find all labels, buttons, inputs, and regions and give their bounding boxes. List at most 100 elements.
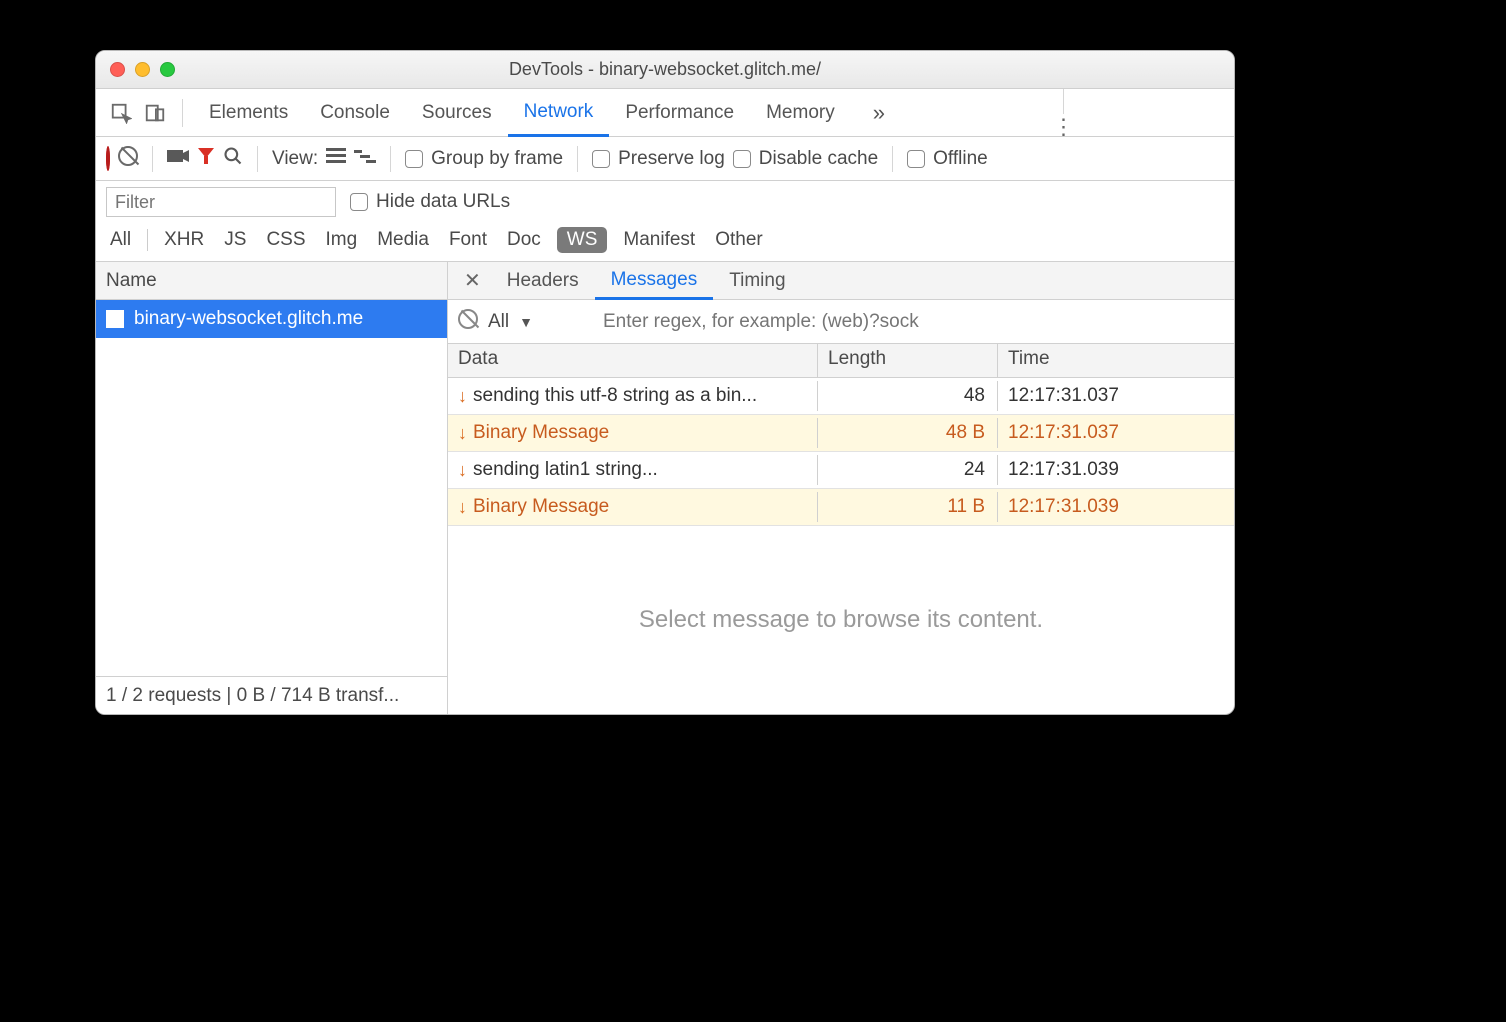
detail-tab-headers[interactable]: Headers [491, 262, 595, 300]
request-type-filter: All XHR JS CSS Img Media Font Doc WS Man… [96, 223, 1234, 261]
tab-performance[interactable]: Performance [609, 89, 750, 137]
separator [577, 146, 578, 172]
tab-network[interactable]: Network [508, 89, 610, 137]
group-by-frame-checkbox[interactable]: Group by frame [405, 148, 563, 170]
arrow-down-icon: ↓ [458, 423, 467, 444]
type-font[interactable]: Font [445, 227, 491, 253]
message-length: 48 [818, 381, 998, 411]
offline-label: Offline [933, 148, 988, 170]
separator [152, 146, 153, 172]
request-details: ✕ Headers Messages Timing All ▼ Data Len… [448, 262, 1234, 714]
separator [1063, 86, 1064, 114]
separator [390, 146, 391, 172]
type-xhr[interactable]: XHR [160, 227, 208, 253]
message-data: sending latin1 string... [473, 459, 658, 481]
hide-data-urls-label: Hide data URLs [376, 191, 510, 213]
request-list: Name binary-websocket.glitch.me 1 / 2 re… [96, 262, 448, 714]
tabs-overflow-button[interactable]: » [857, 89, 901, 137]
message-data: Binary Message [473, 422, 609, 444]
record-button[interactable] [106, 148, 110, 170]
regex-filter-input[interactable] [603, 307, 1224, 337]
network-body: Name binary-websocket.glitch.me 1 / 2 re… [96, 262, 1234, 714]
type-css[interactable]: CSS [262, 227, 309, 253]
separator [257, 146, 258, 172]
message-time: 12:17:31.037 [998, 418, 1234, 448]
messages-toolbar: All ▼ [448, 300, 1234, 344]
device-toolbar-icon[interactable] [138, 96, 172, 130]
network-toolbar: View: Group by frame Preserve log Disabl… [96, 137, 1234, 181]
inspect-element-icon[interactable] [104, 96, 138, 130]
disable-cache-label: Disable cache [759, 148, 878, 170]
search-icon[interactable] [223, 146, 243, 172]
offline-checkbox[interactable]: Offline [907, 148, 988, 170]
message-type-dropdown[interactable]: All ▼ [488, 311, 593, 333]
separator [892, 146, 893, 172]
col-data-header[interactable]: Data [448, 344, 818, 377]
message-row[interactable]: ↓ sending latin1 string... 2412:17:31.039 [448, 452, 1234, 489]
group-by-frame-label: Group by frame [431, 148, 563, 170]
col-time-header[interactable]: Time [998, 344, 1234, 377]
message-time: 12:17:31.039 [998, 455, 1234, 485]
filter-icon[interactable] [197, 147, 215, 171]
hide-data-urls-checkbox[interactable]: Hide data URLs [350, 191, 510, 213]
view-label: View: [272, 148, 318, 170]
tab-sources[interactable]: Sources [406, 89, 508, 137]
col-length-header[interactable]: Length [818, 344, 998, 377]
message-length: 48 B [818, 418, 998, 448]
disable-cache-checkbox[interactable]: Disable cache [733, 148, 878, 170]
tab-elements[interactable]: Elements [193, 89, 304, 137]
clear-button[interactable] [118, 146, 138, 172]
large-rows-icon[interactable] [326, 148, 346, 170]
type-doc[interactable]: Doc [503, 227, 545, 253]
type-other[interactable]: Other [711, 227, 767, 253]
message-time: 12:17:31.037 [998, 381, 1234, 411]
request-row[interactable]: binary-websocket.glitch.me [96, 300, 447, 338]
type-media[interactable]: Media [373, 227, 433, 253]
message-row[interactable]: ↓ sending this utf-8 string as a bin... 48… [448, 378, 1234, 415]
message-length: 24 [818, 455, 998, 485]
message-data: sending this utf-8 string as a bin... [473, 385, 757, 407]
message-length: 11 B [818, 492, 998, 522]
detail-tab-bar: ✕ Headers Messages Timing [448, 262, 1234, 300]
detail-tab-timing[interactable]: Timing [713, 262, 801, 300]
window-title: DevTools - binary-websocket.glitch.me/ [96, 59, 1234, 80]
capture-screenshots-icon[interactable] [167, 148, 189, 170]
filter-section: Hide data URLs All XHR JS CSS Img Media … [96, 181, 1234, 262]
overview-icon[interactable] [354, 148, 376, 170]
messages-table-body: ↓ sending this utf-8 string as a bin... 48… [448, 378, 1234, 526]
tab-memory[interactable]: Memory [750, 89, 851, 137]
chevron-down-icon: ▼ [519, 314, 533, 330]
arrow-down-icon: ↓ [458, 497, 467, 518]
type-js[interactable]: JS [220, 227, 250, 253]
arrow-down-icon: ↓ [458, 460, 467, 481]
separator [147, 229, 148, 251]
name-column-header[interactable]: Name [96, 262, 447, 300]
message-content-placeholder: Select message to browse its content. [448, 526, 1234, 714]
type-manifest[interactable]: Manifest [619, 227, 699, 253]
separator [182, 99, 183, 127]
devtools-window: DevTools - binary-websocket.glitch.me/ E… [95, 50, 1235, 715]
status-summary: 1 / 2 requests | 0 B / 714 B transf... [96, 676, 447, 714]
preserve-log-label: Preserve log [618, 148, 725, 170]
arrow-down-icon: ↓ [458, 386, 467, 407]
request-type-icon [106, 310, 124, 328]
preserve-log-checkbox[interactable]: Preserve log [592, 148, 725, 170]
filter-input[interactable] [106, 187, 336, 217]
titlebar: DevTools - binary-websocket.glitch.me/ [96, 51, 1234, 89]
message-time: 12:17:31.039 [998, 492, 1234, 522]
main-tab-bar: Elements Console Sources Network Perform… [96, 89, 1234, 137]
tab-console[interactable]: Console [304, 89, 406, 137]
messages-table-header: Data Length Time [448, 344, 1234, 378]
message-row[interactable]: ↓ Binary Message 11 B12:17:31.039 [448, 489, 1234, 526]
message-row[interactable]: ↓ Binary Message 48 B12:17:31.037 [448, 415, 1234, 452]
detail-tab-messages[interactable]: Messages [595, 262, 714, 300]
settings-kebab-icon[interactable]: ⋮ [1042, 114, 1084, 140]
message-data: Binary Message [473, 496, 609, 518]
close-details-button[interactable]: ✕ [454, 268, 491, 293]
message-type-dropdown-label: All [488, 311, 509, 333]
request-name: binary-websocket.glitch.me [134, 308, 363, 330]
type-ws[interactable]: WS [557, 227, 608, 253]
type-img[interactable]: Img [322, 227, 362, 253]
type-all[interactable]: All [106, 227, 135, 253]
clear-messages-button[interactable] [458, 309, 478, 335]
